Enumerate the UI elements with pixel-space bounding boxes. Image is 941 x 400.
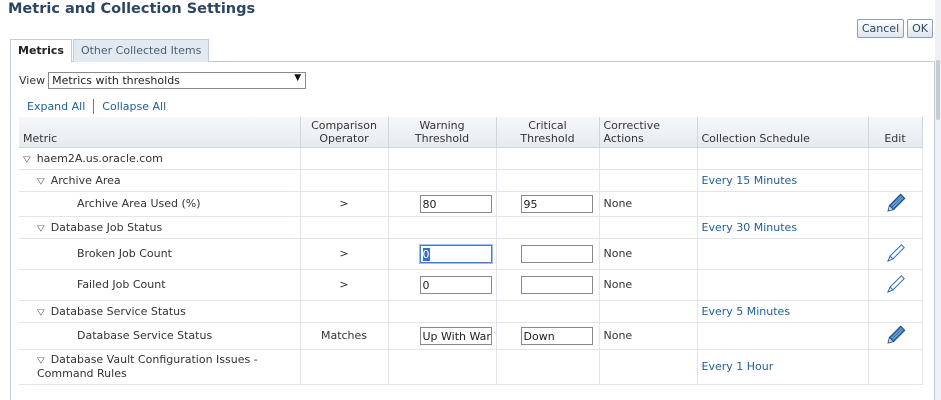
metric-name: Database Service Status	[50, 304, 186, 318]
ok-button[interactable]: OK	[907, 19, 933, 38]
corrective-actions: None	[599, 238, 698, 270]
pencil-icon[interactable]	[884, 243, 906, 265]
warning-threshold-input[interactable]: Up With Warn	[419, 326, 492, 345]
metric-name: Database Vault Configuration Issues - Co…	[37, 353, 258, 380]
column-header-edit[interactable]: Edit	[868, 117, 923, 148]
critical-threshold-input[interactable]: Down	[520, 326, 593, 345]
metrics-table: Metric Comparison Operator Warning Thres…	[19, 117, 923, 385]
metric-name: Archive Area	[50, 173, 121, 187]
comparison-operator: >	[300, 191, 389, 217]
corrective-actions: None	[599, 269, 698, 301]
column-header-warning-threshold[interactable]: Warning Threshold	[388, 117, 497, 148]
warning-threshold-input[interactable]: 0	[419, 244, 492, 263]
view-select[interactable]: Metrics with thresholds ▼	[48, 72, 307, 89]
table-row[interactable]: Database Service Status Matches Up With …	[19, 322, 923, 350]
corrective-actions: None	[599, 191, 698, 217]
collapse-triangle-icon[interactable]: ▽	[37, 177, 45, 186]
metric-name: haem2A.us.oracle.com	[36, 151, 163, 165]
table-row[interactable]: ▽ haem2A.us.oracle.com	[19, 147, 923, 170]
warning-threshold-input[interactable]: 0	[419, 275, 492, 294]
table-row[interactable]: Broken Job Count > 0 None	[19, 238, 923, 270]
column-header-collection-schedule[interactable]: Collection Schedule	[697, 117, 869, 148]
view-select-value: Metrics with thresholds	[52, 74, 180, 87]
collapse-all-link[interactable]: Collapse All	[102, 100, 166, 113]
collapse-triangle-icon[interactable]: ▽	[37, 355, 45, 365]
page-title: Metric and Collection Settings	[8, 1, 256, 17]
comparison-operator: Matches	[300, 322, 389, 350]
corrective-actions: None	[599, 322, 698, 350]
tree-actions: Expand All Collapse All	[27, 99, 166, 114]
table-row[interactable]: ▽ Database Service Status Every 5 Minutes	[19, 300, 923, 323]
pencil-icon[interactable]	[884, 274, 906, 296]
table-row[interactable]: ▽ Database Vault Configuration Issues - C…	[19, 349, 923, 385]
vertical-scrollbar[interactable]	[935, 0, 941, 400]
comparison-operator: >	[300, 238, 389, 270]
collapse-triangle-icon[interactable]: ▽	[23, 155, 31, 164]
metric-name: Archive Area Used (%)	[77, 197, 201, 210]
collection-schedule-link[interactable]: Every 5 Minutes	[702, 305, 791, 318]
column-header-critical-threshold[interactable]: Critical Threshold	[496, 117, 600, 148]
column-header-metric[interactable]: Metric	[19, 117, 301, 148]
critical-threshold-input[interactable]	[520, 275, 593, 294]
cancel-button[interactable]: Cancel	[856, 19, 905, 38]
metric-name: Broken Job Count	[77, 247, 172, 260]
table-header-row: Metric Comparison Operator Warning Thres…	[19, 117, 923, 148]
dropdown-arrow-icon: ▼	[294, 73, 302, 83]
table-row[interactable]: ▽ Database Job Status Every 30 Minutes	[19, 216, 923, 239]
link-separator	[93, 99, 95, 114]
comparison-operator: >	[300, 269, 389, 301]
pencil-detailed-icon[interactable]	[884, 325, 906, 347]
warning-threshold-input[interactable]: 80	[419, 194, 492, 213]
table-row[interactable]: Failed Job Count > 0 None	[19, 269, 923, 301]
collection-schedule-link[interactable]: Every 30 Minutes	[702, 221, 798, 234]
collection-schedule-link[interactable]: Every 1 Hour	[702, 360, 774, 373]
view-label: View	[19, 74, 46, 87]
metric-name: Failed Job Count	[77, 278, 166, 291]
critical-threshold-input[interactable]	[520, 244, 593, 263]
tab-metrics[interactable]: Metrics	[10, 39, 72, 62]
tab-bar: Metrics Other Collected Items	[10, 39, 210, 62]
column-header-comparison-operator[interactable]: Comparison Operator	[300, 117, 389, 148]
table-row[interactable]: ▽ Archive Area Every 15 Minutes	[19, 169, 923, 192]
scrollbar-thumb[interactable]	[936, 60, 940, 120]
dialog-buttons: Cancel OK	[856, 19, 933, 38]
collapse-triangle-icon[interactable]: ▽	[37, 308, 45, 317]
pencil-detailed-icon[interactable]	[884, 193, 906, 215]
table-row[interactable]: Archive Area Used (%) > 80 95 None	[19, 191, 923, 217]
critical-threshold-input[interactable]: 95	[520, 194, 593, 213]
tab-other-collected-items[interactable]: Other Collected Items	[72, 39, 210, 62]
collapse-triangle-icon[interactable]: ▽	[37, 224, 45, 233]
metric-name: Database Job Status	[50, 220, 163, 234]
expand-all-link[interactable]: Expand All	[27, 100, 85, 113]
view-filter: View Metrics with thresholds ▼	[19, 72, 307, 89]
column-header-corrective-actions[interactable]: Corrective Actions	[599, 117, 698, 148]
collection-schedule-link[interactable]: Every 15 Minutes	[702, 174, 798, 187]
metric-name: Database Service Status	[77, 329, 213, 342]
